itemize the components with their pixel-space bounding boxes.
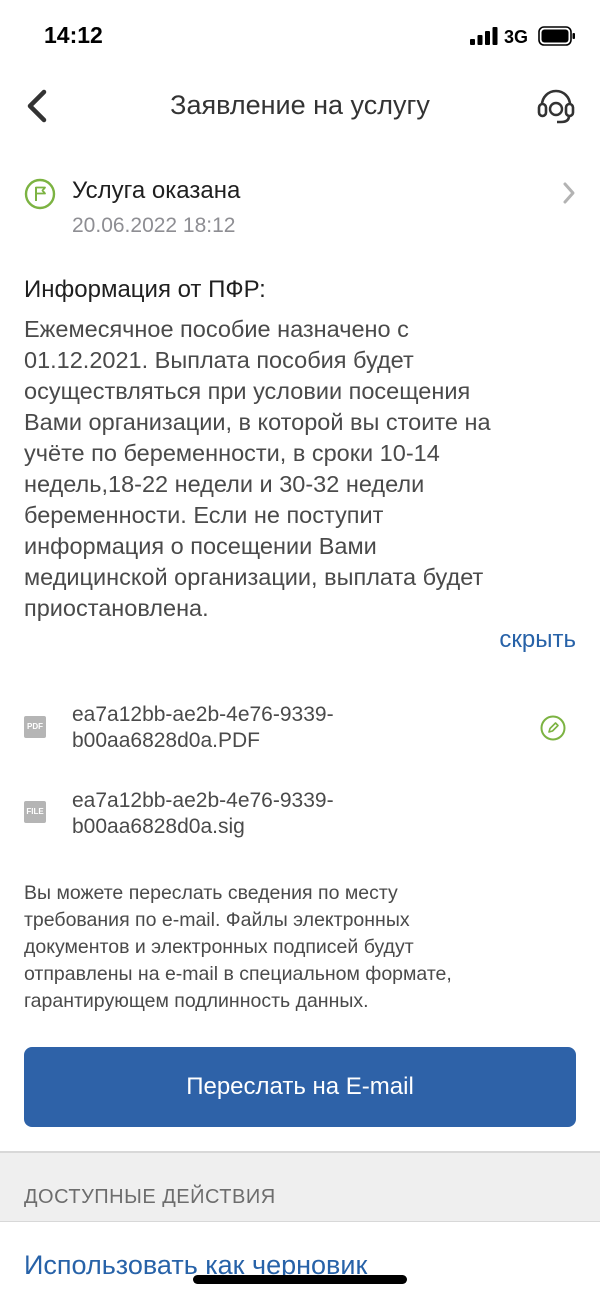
file-name-pdf[interactable]: ea7a12bb-ae2b-4e76-9339- b00aa6828d0a.PD… (72, 702, 512, 754)
sig-file-icon: FILE (24, 801, 46, 823)
battery-icon (538, 26, 575, 46)
signature-pen-icon[interactable] (540, 715, 566, 741)
actions-section-title: ДОСТУПНЫЕ ДЕЙСТВИЯ (24, 1186, 276, 1208)
forward-email-button[interactable]: Переслать на E-mail (24, 1047, 576, 1127)
email-forward-note: Вы можете переслать сведения по месту тр… (24, 882, 452, 1012)
chevron-right-icon (563, 182, 575, 204)
section-divider-bottom (0, 1221, 600, 1222)
network-type: 3G (504, 27, 529, 47)
status-flag-icon (24, 178, 56, 210)
file-name-sig[interactable]: ea7a12bb-ae2b-4e76-9339- b00aa6828d0a.si… (72, 788, 512, 840)
headset-support-icon[interactable] (535, 83, 577, 125)
status-title: Услуга оказана (72, 177, 241, 204)
info-text: Ежемесячное пособие назначено с 01.12.20… (24, 316, 491, 621)
home-indicator[interactable] (193, 1275, 407, 1284)
page-title: Заявление на услугу (170, 90, 430, 120)
status-time: 14:12 (44, 22, 103, 48)
info-title: Информация от ПФР: (24, 276, 266, 303)
status-date: 20.06.2022 18:12 (72, 214, 236, 237)
signal-icon (470, 27, 498, 45)
hide-link[interactable]: скрыть (499, 626, 576, 654)
pdf-file-icon: PDF (24, 716, 46, 738)
